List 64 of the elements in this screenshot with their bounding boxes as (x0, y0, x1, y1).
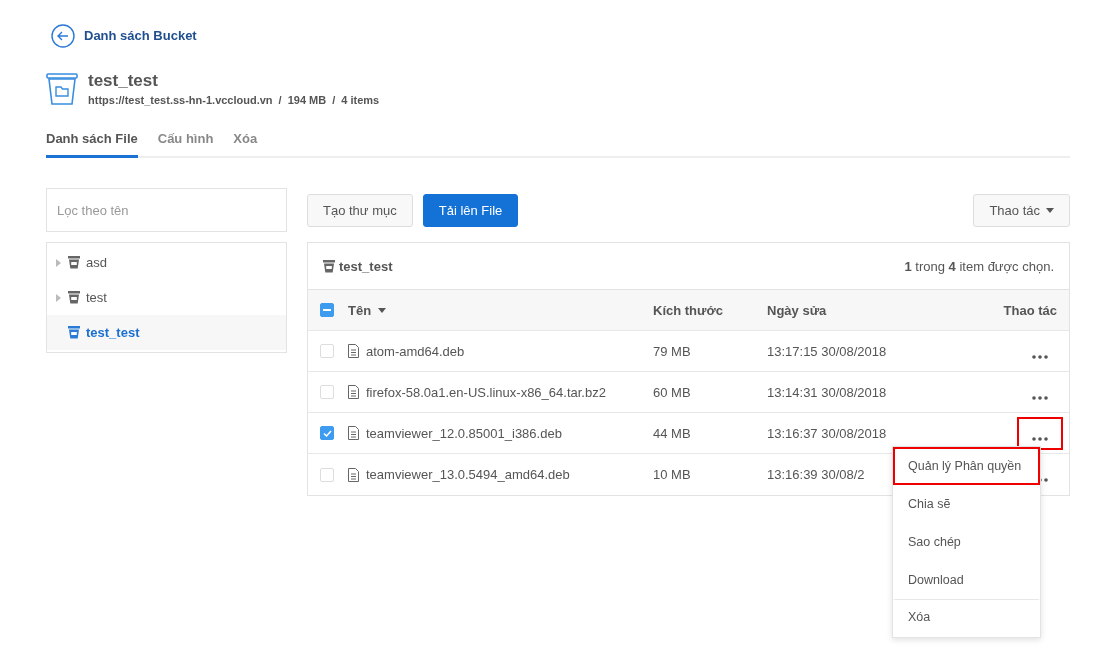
table-cell: 44 MB (653, 425, 691, 441)
selection-count: 1 trong 4 item được chọn. (904, 258, 1054, 274)
ellipsis-icon (1032, 354, 1048, 359)
table-cell: 13:16:39 30/08/2 (767, 467, 865, 482)
menu-item[interactable]: Download (893, 561, 1040, 599)
file-name[interactable]: teamviewer_13.0.5494_amd64.deb (366, 467, 570, 482)
bucket-name: test_test (88, 71, 159, 91)
column-header: Ngày sửa (767, 302, 828, 318)
table-title: test_test (339, 258, 393, 274)
table-cell: 13:14:31 30/08/2018 (767, 384, 887, 400)
filter-field[interactable]: Lọc theo tên (46, 188, 287, 232)
table-cell: 60 MB (653, 384, 691, 400)
separator: / (332, 94, 336, 106)
bucket-icon (68, 291, 80, 304)
item-count: 4 items (341, 94, 380, 106)
menu-item[interactable]: Xóa (893, 599, 1040, 637)
tree-item[interactable]: asd (47, 245, 286, 280)
file-icon (348, 385, 359, 399)
tree-item[interactable]: test (47, 280, 286, 315)
check-icon (322, 429, 332, 437)
back-icon[interactable] (51, 23, 75, 48)
bucket-icon (323, 259, 335, 273)
file-name[interactable]: teamviewer_12.0.85001_i386.deb (366, 425, 562, 441)
select-all-checkbox[interactable] (320, 303, 334, 317)
back-link[interactable]: Danh sách Bucket (84, 28, 197, 43)
tree-label: test_test (86, 325, 140, 340)
tree-label: test (86, 290, 107, 305)
tab[interactable]: Danh sách File (46, 131, 138, 158)
upload-button[interactable]: Tải lên File (422, 194, 519, 227)
column-header: Kích thước (653, 302, 724, 318)
file-icon (348, 344, 359, 358)
minus-icon (323, 309, 331, 311)
table-cell: 13:17:15 30/08/2018 (767, 343, 887, 359)
caret-icon (1046, 208, 1054, 213)
bucket-size: 194 MB (287, 94, 327, 106)
ellipsis-icon (1032, 395, 1048, 400)
tree-label: asd (86, 255, 107, 270)
table-cell: 79 MB (653, 343, 691, 359)
table-cell: 13:16:37 30/08/2018 (767, 425, 887, 441)
bucket-icon (68, 326, 80, 339)
column-header[interactable]: Tên (348, 302, 653, 318)
actions-dropdown[interactable]: Thao tác (973, 194, 1070, 227)
tab[interactable]: Cấu hình (157, 131, 214, 158)
menu-item[interactable]: Sao chép (893, 523, 1040, 561)
bucket-icon (68, 256, 80, 269)
column-header: Thao tác (1003, 302, 1057, 318)
bucket-url: https://test_test.ss-hn-1.vccloud.vn (88, 94, 273, 106)
bucket-icon (46, 72, 78, 105)
file-icon (348, 467, 359, 482)
tab[interactable]: Xóa (233, 131, 258, 158)
expand-icon[interactable] (56, 258, 61, 267)
separator: / (278, 94, 282, 106)
row-checkbox[interactable] (320, 426, 334, 440)
file-icon (348, 426, 359, 440)
table-cell: 10 MB (653, 467, 691, 482)
file-name[interactable]: firefox-58.0a1.en-US.linux-x86_64.tar.bz2 (366, 384, 606, 400)
file-name[interactable]: atom-amd64.deb (366, 343, 465, 359)
menu-item[interactable]: Chia sẽ (893, 485, 1040, 523)
new-folder-button[interactable]: Tạo thư mục (307, 194, 413, 227)
tree-item[interactable]: test_test (47, 315, 286, 350)
expand-icon[interactable] (56, 293, 61, 302)
ellipsis-icon (1032, 436, 1048, 441)
sort-icon (378, 307, 387, 313)
menu-item[interactable]: Quản lý Phân quyền (893, 447, 1040, 485)
